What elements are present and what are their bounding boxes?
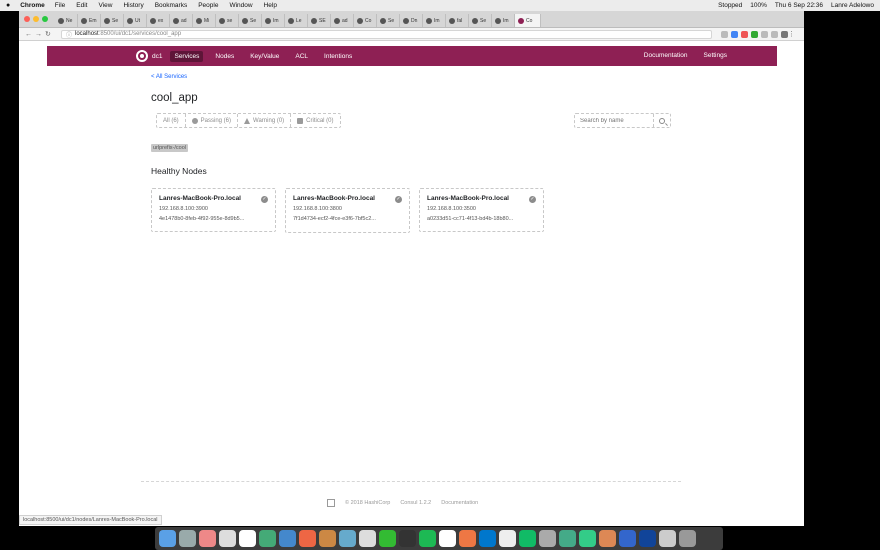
footer-copyright: © 2018 HashiCorp — [345, 500, 391, 506]
finder-icon[interactable] — [159, 530, 176, 547]
app-icon[interactable] — [439, 530, 456, 547]
app-icon[interactable] — [519, 530, 536, 547]
menu-window[interactable]: Window — [229, 2, 252, 9]
app-icon[interactable] — [499, 530, 516, 547]
app-icon[interactable] — [319, 530, 336, 547]
launchpad-icon[interactable] — [179, 530, 196, 547]
filter-warning[interactable]: Warning (0) — [238, 114, 292, 127]
trash-icon[interactable] — [679, 530, 696, 547]
terminal-icon[interactable] — [399, 530, 416, 547]
app-icon[interactable] — [639, 530, 656, 547]
node-name: Lanres-MacBook-Pro.local — [427, 195, 509, 202]
nav-services[interactable]: Services — [170, 50, 204, 62]
check-circle-icon: ✓ — [395, 196, 402, 203]
battery-percent[interactable]: 100% — [750, 2, 767, 9]
menu-app-name[interactable]: Chrome — [20, 2, 45, 9]
app-icon[interactable] — [259, 530, 276, 547]
spotify-icon[interactable] — [419, 530, 436, 547]
nav-acl[interactable]: ACL — [291, 51, 312, 62]
search-input[interactable] — [575, 117, 653, 124]
clock[interactable]: Thu 6 Sep 22:36 — [775, 2, 823, 9]
node-name: Lanres-MacBook-Pro.local — [293, 195, 375, 202]
app-icon[interactable] — [299, 530, 316, 547]
macos-menubar: ● Chrome File Edit View History Bookmark… — [0, 0, 880, 11]
app-icon[interactable] — [339, 530, 356, 547]
menu-people[interactable]: People — [198, 2, 218, 9]
app-icon[interactable] — [599, 530, 616, 547]
node-name: Lanres-MacBook-Pro.local — [159, 195, 241, 202]
nav-settings[interactable]: Settings — [704, 52, 728, 59]
app-icon[interactable] — [579, 530, 596, 547]
link-status-bar: localhost:8500/ui/dc1/nodes/Lanres-MacBo… — [19, 515, 162, 525]
footer: © 2018 HashiCorp Consul 1.2.2 Documentat… — [327, 499, 478, 507]
menu-file[interactable]: File — [55, 2, 65, 9]
search-box — [574, 113, 671, 128]
menu-edit[interactable]: Edit — [76, 2, 87, 9]
app-icon[interactable] — [559, 530, 576, 547]
search-button[interactable] — [653, 114, 670, 127]
menu-help[interactable]: Help — [264, 2, 277, 9]
section-title: Healthy Nodes — [151, 166, 207, 176]
menubar-status: Stopped 100% Thu 6 Sep 22:36 Lanre Adelo… — [718, 2, 874, 9]
hashicorp-logo-icon — [327, 499, 335, 507]
datacenter-selector[interactable]: dc1 — [152, 53, 162, 60]
node-id: 4e1478b0-8feb-4f92-955e-8d9b5... — [159, 216, 245, 222]
calendar-icon[interactable] — [219, 530, 236, 547]
consul-nav: dc1 Services Nodes Key/Value ACL Intenti… — [47, 46, 777, 66]
app-icon[interactable] — [539, 530, 556, 547]
footer-divider — [141, 481, 681, 482]
node-address: 192.168.8.100:3800 — [293, 206, 342, 212]
nav-right: Documentation Settings — [644, 52, 727, 59]
filter-passing[interactable]: Passing (6) — [186, 114, 239, 127]
menu-history[interactable]: History — [123, 2, 143, 9]
menu-bookmarks[interactable]: Bookmarks — [155, 2, 188, 9]
app-icon[interactable] — [619, 530, 636, 547]
filter-critical[interactable]: Critical (0) — [291, 114, 339, 127]
page-title: cool_app — [151, 92, 198, 104]
menu-view[interactable]: View — [98, 2, 112, 9]
app-icon[interactable] — [239, 530, 256, 547]
macos-dock — [155, 527, 723, 550]
check-circle-icon — [191, 117, 198, 124]
search-icon — [659, 117, 665, 124]
app-icon[interactable] — [359, 530, 376, 547]
node-card[interactable]: Lanres-MacBook-Pro.local ✓ 192.168.8.100… — [419, 188, 544, 232]
page-content: dc1 Services Nodes Key/Value ACL Intenti… — [19, 11, 804, 526]
app-icon[interactable] — [459, 530, 476, 547]
warning-icon — [244, 117, 251, 124]
health-filter-bar: All (6) Passing (6) Warning (0) Critical… — [156, 113, 341, 128]
app-icon[interactable] — [379, 530, 396, 547]
app-icon[interactable] — [659, 530, 676, 547]
footer-documentation[interactable]: Documentation — [441, 500, 478, 506]
service-tag: urlprefix-/cool — [151, 144, 189, 152]
node-card[interactable]: Lanres-MacBook-Pro.local ✓ 192.168.8.100… — [285, 188, 410, 233]
node-address: 192.168.8.100:3500 — [427, 206, 476, 212]
skype-icon[interactable] — [479, 530, 496, 547]
filter-all[interactable]: All (6) — [157, 114, 186, 127]
critical-icon — [297, 117, 304, 124]
node-id: a0233d51-cc71-4f13-bd4b-18b80... — [427, 216, 514, 222]
app-icon[interactable] — [279, 530, 296, 547]
node-id: 7f1d4734-ecf2-4fce-e3f6-7bf5c2... — [293, 216, 376, 222]
user-name[interactable]: Lanre Adelowo — [831, 2, 874, 9]
status-stopped[interactable]: Stopped — [718, 2, 742, 9]
footer-version[interactable]: Consul 1.2.2 — [400, 500, 431, 506]
app-icon[interactable] — [199, 530, 216, 547]
consul-logo-icon[interactable] — [136, 50, 148, 62]
node-card[interactable]: Lanres-MacBook-Pro.local ✓ 192.168.8.100… — [151, 188, 276, 232]
apple-menu-icon[interactable]: ● — [6, 2, 10, 9]
check-circle-icon: ✓ — [261, 196, 268, 203]
nav-nodes[interactable]: Nodes — [211, 51, 238, 62]
browser-window: Ne Em Se Ut ex ad Mi se Se Im Le SE ad C… — [19, 11, 804, 526]
all-services-link[interactable]: < All Services — [151, 74, 187, 80]
nav-intentions[interactable]: Intentions — [320, 51, 356, 62]
nav-documentation[interactable]: Documentation — [644, 52, 688, 59]
nav-key-value[interactable]: Key/Value — [246, 51, 283, 62]
check-circle-icon: ✓ — [529, 196, 536, 203]
node-address: 192.168.8.100:3900 — [159, 206, 208, 212]
